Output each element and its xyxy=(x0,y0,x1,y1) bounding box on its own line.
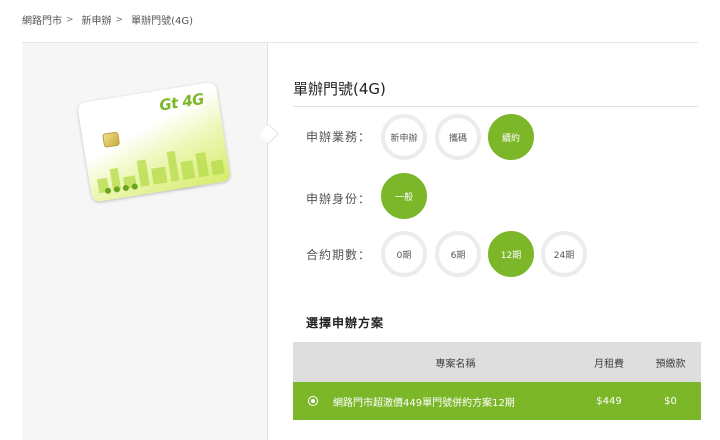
plan-row[interactable]: 網路門市超激價449單門號併約方案12期 $449 $0 xyxy=(293,382,701,420)
header-monthly-fee: 月租費 xyxy=(594,358,624,370)
title-divider xyxy=(293,106,698,107)
chip-icon xyxy=(102,131,121,148)
option-contract-24[interactable]: 24期 xyxy=(541,231,587,277)
breadcrumb-separator: > xyxy=(115,14,124,25)
plan-table-header: 專案名稱 月租費 預繳款 xyxy=(293,342,701,382)
plan-prepayment: $0 xyxy=(664,395,677,407)
option-contract-12[interactable]: 12期 xyxy=(488,231,534,277)
header-plan-name: 專案名稱 xyxy=(435,358,476,370)
header-prepayment: 預繳款 xyxy=(655,358,686,370)
plan-table: 專案名稱 月租費 預繳款 網路門市超激價449單門號併約方案12期 $449 $… xyxy=(293,342,701,420)
plan-monthly-fee: $449 xyxy=(596,395,622,407)
breadcrumb-link-new[interactable]: 新申辦 xyxy=(82,12,112,27)
breadcrumb-link-store[interactable]: 網路門市 xyxy=(22,12,62,27)
option-new-application[interactable]: 新申辦 xyxy=(381,114,427,160)
breadcrumb-current: 單辦門號(4G) xyxy=(131,16,194,27)
business-label: 申辦業務： xyxy=(306,130,372,144)
contract-label: 合約期數： xyxy=(306,248,372,262)
option-general[interactable]: 一般 xyxy=(381,173,427,219)
option-contract-0[interactable]: 0期 xyxy=(381,231,427,277)
plan-radio[interactable] xyxy=(293,396,333,406)
breadcrumb: 網路門市 > 新申辦 > 單辦門號(4G) xyxy=(22,12,194,28)
breadcrumb-separator: > xyxy=(66,14,74,25)
option-renewal[interactable]: 續約 xyxy=(488,114,534,160)
option-port-number[interactable]: 攜碼 xyxy=(435,114,481,160)
card-logo: Gt 4G xyxy=(158,89,206,115)
identity-label: 申辦身份： xyxy=(306,192,372,206)
option-contract-6[interactable]: 6期 xyxy=(435,231,481,277)
page-title: 單辦門號(4G) xyxy=(293,80,386,98)
plan-section-title: 選擇申辦方案 xyxy=(306,316,385,330)
radio-selected-icon xyxy=(308,396,318,406)
plan-name: 網路門市超激價449單門號併約方案12期 xyxy=(333,397,515,409)
